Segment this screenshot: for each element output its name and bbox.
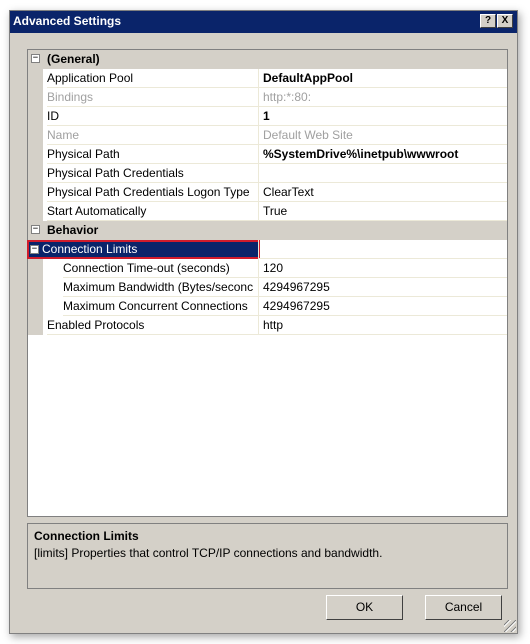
row-gutter: [28, 88, 43, 107]
cancel-button[interactable]: Cancel: [425, 595, 502, 620]
collapse-icon[interactable]: −: [30, 245, 39, 254]
property-value[interactable]: http:*:80:: [258, 88, 507, 107]
property-name: Physical Path Credentials Logon Type: [47, 183, 258, 202]
row-gutter: [28, 164, 43, 183]
property-value[interactable]: ClearText: [258, 183, 507, 202]
row-gutter: [28, 69, 43, 88]
collapse-icon[interactable]: −: [31, 54, 40, 63]
category-general[interactable]: − (General): [28, 50, 507, 69]
description-text: [limits] Properties that control TCP/IP …: [34, 546, 383, 560]
property-name: Name: [47, 126, 258, 145]
ok-button[interactable]: OK: [326, 595, 403, 620]
property-value[interactable]: DefaultAppPool: [258, 69, 507, 88]
row-gutter: [28, 297, 43, 316]
property-name: Application Pool: [47, 69, 258, 88]
property-name: ID: [47, 107, 258, 126]
row-gutter: [28, 126, 43, 145]
property-value[interactable]: [258, 164, 507, 183]
property-row[interactable]: Connection Time-out (seconds) 120: [28, 259, 507, 278]
property-value[interactable]: 1: [258, 107, 507, 126]
property-value[interactable]: 4294967295: [258, 297, 507, 316]
row-gutter: [28, 183, 43, 202]
property-value[interactable]: %SystemDrive%\inetpub\wwwroot: [258, 145, 507, 164]
property-value[interactable]: True: [258, 202, 507, 221]
property-row[interactable]: Physical Path %SystemDrive%\inetpub\wwwr…: [28, 145, 507, 164]
advanced-settings-dialog: Advanced Settings ? X − (General) Applic…: [9, 10, 518, 634]
property-row[interactable]: Enabled Protocols http: [28, 316, 507, 335]
help-button[interactable]: ?: [480, 14, 496, 28]
property-row[interactable]: Application Pool DefaultAppPool: [28, 69, 507, 88]
property-name: Connection Time-out (seconds): [63, 259, 258, 278]
row-gutter: [28, 259, 43, 278]
description-panel: Connection Limits [limits] Properties th…: [27, 523, 508, 589]
property-name: Maximum Concurrent Connections: [63, 297, 258, 316]
property-row[interactable]: Name Default Web Site: [28, 126, 507, 145]
row-gutter: [28, 107, 43, 126]
row-gutter: [28, 316, 43, 335]
description-title: Connection Limits: [34, 529, 139, 543]
property-value[interactable]: 4294967295: [258, 278, 507, 297]
property-row[interactable]: ID 1: [28, 107, 507, 126]
row-gutter: [28, 278, 43, 297]
dialog-title: Advanced Settings: [13, 14, 122, 28]
category-behavior[interactable]: − Behavior: [28, 221, 507, 240]
resize-grip-icon[interactable]: [504, 620, 516, 632]
property-row-connection-limits[interactable]: − Connection Limits: [27, 240, 507, 259]
property-name: Start Automatically: [47, 202, 258, 221]
property-name: Physical Path: [47, 145, 258, 164]
title-bar[interactable]: Advanced Settings ? X: [10, 11, 517, 33]
property-name: Physical Path Credentials: [47, 164, 258, 183]
row-gutter: [28, 202, 43, 221]
property-value[interactable]: http: [258, 316, 507, 335]
property-row[interactable]: Maximum Bandwidth (Bytes/seconc 42949672…: [28, 278, 507, 297]
property-name: Maximum Bandwidth (Bytes/seconc: [63, 278, 258, 297]
collapse-icon[interactable]: −: [31, 225, 40, 234]
row-gutter: [28, 145, 43, 164]
property-row[interactable]: Maximum Concurrent Connections 429496729…: [28, 297, 507, 316]
property-value[interactable]: [258, 240, 507, 259]
property-row[interactable]: Physical Path Credentials: [28, 164, 507, 183]
property-grid: − (General) Application Pool DefaultAppP…: [27, 49, 508, 517]
close-button[interactable]: X: [497, 14, 513, 28]
property-row[interactable]: Start Automatically True: [28, 202, 507, 221]
property-name: Bindings: [47, 88, 258, 107]
property-value[interactable]: 120: [258, 259, 507, 278]
property-row[interactable]: Physical Path Credentials Logon Type Cle…: [28, 183, 507, 202]
category-label: (General): [47, 52, 100, 66]
property-value[interactable]: Default Web Site: [258, 126, 507, 145]
category-label: Behavior: [47, 223, 99, 237]
property-name: Enabled Protocols: [47, 316, 258, 335]
selected-highlight[interactable]: − Connection Limits: [27, 240, 260, 259]
property-row[interactable]: Bindings http:*:80:: [28, 88, 507, 107]
